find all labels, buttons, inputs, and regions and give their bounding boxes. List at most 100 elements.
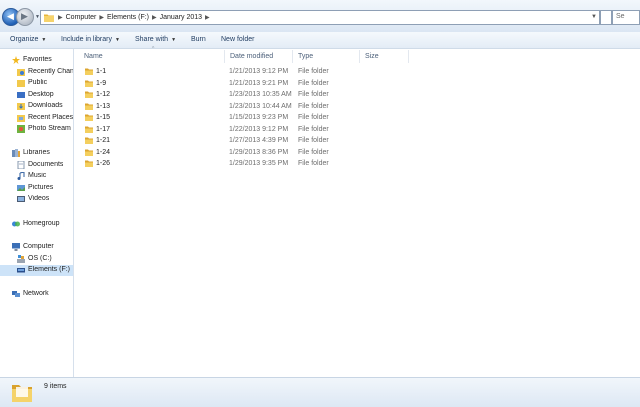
column-divider[interactable] [224,50,225,63]
nav-photo-stream-label: Photo Stream [28,125,71,132]
nav-elements-f-label: Elements (F:) [28,266,71,273]
table-row[interactable]: 1-12 1/23/2013 10:35 AM File folder [74,89,640,100]
breadcrumb-january-2013[interactable]: January 2013 [160,14,202,21]
nav-downloads[interactable]: Downloads [0,101,73,112]
nav-libraries-label: Libraries [23,149,50,156]
folder-icon [85,114,93,121]
folder-icon [17,80,25,87]
burn-button[interactable]: Burn [191,36,206,43]
new-folder-button[interactable]: New folder [221,36,254,43]
nav-favorites[interactable]: Favorites [0,55,73,66]
nav-os-c-label: OS (C:) [28,255,52,262]
star-icon [12,56,20,64]
table-row[interactable]: 1-13 1/23/2013 10:44 AM File folder [74,101,640,112]
column-header-date-modified[interactable]: Date modified [230,53,273,60]
recent-folder-icon [17,69,25,76]
column-header-size[interactable]: Size [365,53,379,60]
column-header-type[interactable]: Type [298,53,313,60]
system-drive-icon [17,255,25,263]
breadcrumb: ▶ Computer ▶ Elements (F:) ▶ January 201… [58,14,210,21]
organize-button[interactable]: Organize ▼ [10,36,46,43]
file-date-modified: 1/29/2013 9:35 PM [229,160,289,167]
nav-computer[interactable]: Computer [0,242,73,253]
table-row[interactable]: 1-24 1/29/2013 8:36 PM File folder [74,147,640,158]
share-with-label: Share with [135,36,169,43]
share-with-button[interactable]: Share with ▼ [135,36,176,43]
folder-icon [85,149,93,156]
nav-music[interactable]: Music [0,171,73,182]
table-row[interactable]: 1-21 1/27/2013 4:39 PM File folder [74,135,640,146]
column-divider[interactable] [292,50,293,63]
refresh-button[interactable] [600,10,612,25]
drive-icon [17,268,25,273]
history-dropdown-icon[interactable]: ▼ [591,14,597,20]
nav-public[interactable]: Public [0,78,73,89]
chevron-right-icon[interactable]: ▶ [205,14,210,21]
nav-documents[interactable]: Documents [0,160,73,171]
forward-button[interactable]: ▶ [16,8,34,26]
nav-homegroup-label: Homegroup [23,220,60,227]
nav-downloads-label: Downloads [28,102,63,109]
folder-icon [85,91,93,98]
search-input[interactable]: Se [612,10,640,25]
item-count: 9 items [44,383,67,390]
chevron-right-icon[interactable]: ▶ [152,14,157,21]
column-divider[interactable] [408,50,409,63]
nav-recently-changed[interactable]: Recently Chang [0,67,73,78]
nav-desktop[interactable]: Desktop [0,90,73,101]
file-name: 1-17 [96,125,111,133]
file-type: File folder [298,91,329,98]
nav-computer-label: Computer [23,243,54,250]
table-row[interactable]: 1-9 1/21/2013 9:21 PM File folder [74,78,640,89]
file-type: File folder [298,125,329,133]
navigation-pane: Favorites Recently Chang Public Desktop … [0,49,74,377]
breadcrumb-elements-drive[interactable]: Elements (F:) [107,14,149,21]
folder-icon [85,68,93,75]
table-row[interactable]: 1-15 1/15/2013 9:23 PM File folder [74,112,640,123]
table-row[interactable]: 1-1 1/21/2013 9:12 PM File folder [74,66,640,77]
chevron-right-icon[interactable]: ▶ [58,14,63,21]
file-type: File folder [298,102,329,110]
breadcrumb-computer[interactable]: Computer [66,14,97,21]
file-date-modified: 1/23/2013 10:35 AM [229,91,292,98]
nav-recently-changed-label: Recently Chang [28,68,73,75]
recent-places-icon [17,115,25,122]
file-type: File folder [298,137,329,144]
address-path-box[interactable]: ▶ Computer ▶ Elements (F:) ▶ January 201… [40,10,600,25]
downloads-icon [17,103,25,110]
nav-videos[interactable]: Videos [0,194,73,205]
nav-os-c[interactable]: OS (C:) [0,254,73,265]
nav-libraries[interactable]: Libraries [0,148,73,159]
nav-desktop-label: Desktop [28,91,54,98]
chevron-down-icon: ▼ [171,37,177,43]
nav-network[interactable]: Network [0,289,73,300]
chevron-down-icon: ▼ [114,37,120,43]
videos-icon [17,196,25,202]
nav-recent-places[interactable]: Recent Places [0,113,73,124]
nav-music-label: Music [28,172,47,179]
command-bar: Organize ▼ Include in library ▼ Share with… [0,32,640,49]
folder-icon [85,160,93,167]
desktop-icon [17,92,25,98]
file-date-modified: 1/21/2013 9:12 PM [229,68,289,75]
table-row[interactable]: 1-17 1/22/2013 9:12 PM File folder [74,124,640,135]
folder-icon [85,80,93,87]
nav-recent-places-label: Recent Places [28,114,74,121]
file-date-modified: 1/15/2013 9:23 PM [229,114,289,121]
column-divider[interactable] [359,50,360,63]
file-name: 1-12 [96,91,111,98]
file-date-modified: 1/23/2013 10:44 AM [229,102,292,110]
chevron-right-icon[interactable]: ▶ [99,14,104,21]
nav-homegroup[interactable]: Homegroup [0,219,73,230]
nav-pictures[interactable]: Pictures [0,183,73,194]
include-in-library-button[interactable]: Include in library ▼ [61,36,120,43]
nav-network-label: Network [23,290,49,297]
nav-elements-f[interactable]: Elements (F:) [0,265,73,276]
file-type: File folder [298,148,329,156]
arrow-left-icon: ◀ [7,12,14,22]
include-in-library-label: Include in library [61,36,112,43]
organize-label: Organize [10,36,39,43]
table-row[interactable]: 1-26 1/29/2013 9:35 PM File folder [74,158,640,169]
column-header-name[interactable]: Name [84,53,103,60]
nav-photo-stream[interactable]: Photo Stream [0,124,73,135]
